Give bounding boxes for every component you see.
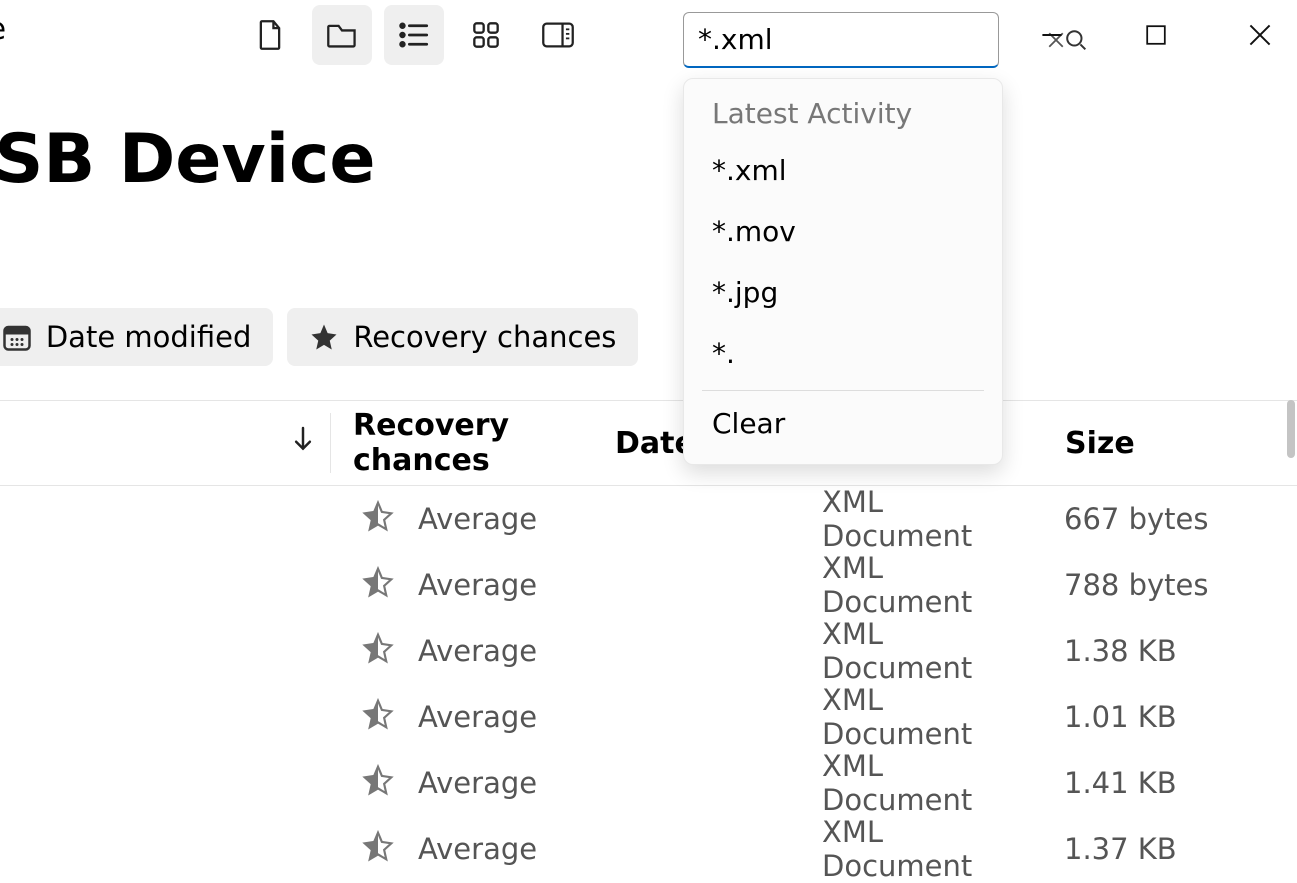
preview-pane-button[interactable] xyxy=(528,5,588,65)
search-box[interactable] xyxy=(683,12,999,68)
close-icon xyxy=(1248,23,1272,47)
cell-recovery: Average xyxy=(360,566,600,605)
grid-icon xyxy=(472,21,500,49)
cell-type: XML Document xyxy=(800,617,1040,685)
maximize-button[interactable] xyxy=(1139,18,1173,52)
cell-size: 788 bytes xyxy=(1040,568,1280,602)
cell-size: 1.41 KB xyxy=(1040,766,1280,800)
list-view-button[interactable] xyxy=(384,5,444,65)
cell-type: XML Document xyxy=(800,815,1040,883)
volume-title: 3.0 USB Device xyxy=(0,120,375,199)
clear-suggestions-button[interactable]: Clear xyxy=(684,391,1002,458)
cell-recovery: Average xyxy=(360,764,600,803)
folder-view-button[interactable] xyxy=(312,5,372,65)
column-recovery-chances[interactable]: Recovery chances xyxy=(331,408,601,478)
cell-recovery: Average xyxy=(360,500,600,539)
toolbar: vice xyxy=(0,0,1297,70)
cell-type: XML Document xyxy=(800,683,1040,751)
suggestion-item[interactable]: *.mov xyxy=(684,201,1002,262)
calendar-icon xyxy=(2,322,32,352)
half-star-icon xyxy=(362,764,394,803)
suggestion-item[interactable]: *. xyxy=(684,323,1002,384)
cell-type: XML Document xyxy=(800,551,1040,619)
star-icon xyxy=(309,322,339,352)
file-icon xyxy=(256,19,284,51)
cell-size: 1.38 KB xyxy=(1040,634,1280,668)
sort-descending-icon xyxy=(292,425,314,461)
half-star-icon xyxy=(362,566,394,605)
search-input[interactable] xyxy=(698,23,1047,56)
cell-recovery: Average xyxy=(360,698,600,737)
cell-type: XML Document xyxy=(800,749,1040,817)
date-modified-chip[interactable]: Date modified xyxy=(0,308,273,366)
suggestion-item[interactable]: *.jpg xyxy=(684,262,1002,323)
search-suggestions-dropdown: Latest Activity *.xml *.mov *.jpg *. Cle… xyxy=(683,78,1003,465)
table-body: Average XML Document 667 bytes Average X… xyxy=(0,486,1297,882)
close-window-button[interactable] xyxy=(1243,18,1277,52)
half-star-icon xyxy=(362,500,394,539)
cell-size: 1.01 KB xyxy=(1040,700,1280,734)
scrollbar-thumb[interactable] xyxy=(1287,400,1295,458)
recovery-chances-chip[interactable]: Recovery chances xyxy=(287,308,638,366)
recovery-label: Average xyxy=(418,568,537,602)
cell-type: XML Document xyxy=(800,485,1040,553)
chip-label: Date modified xyxy=(46,320,252,354)
table-row[interactable]: Average XML Document 1.38 KB xyxy=(0,618,1297,684)
cell-size: 667 bytes xyxy=(1040,502,1280,536)
half-star-icon xyxy=(362,698,394,737)
recovery-label: Average xyxy=(418,634,537,668)
column-size[interactable]: Size xyxy=(1041,426,1281,461)
file-table: Recovery chances Date Size Average XML D… xyxy=(0,400,1297,882)
chip-label: Recovery chances xyxy=(353,320,616,354)
view-mode-group xyxy=(240,5,588,65)
table-row[interactable]: Average XML Document 788 bytes xyxy=(0,552,1297,618)
table-header: Recovery chances Date Size xyxy=(0,400,1297,486)
table-row[interactable]: Average XML Document 1.01 KB xyxy=(0,684,1297,750)
preview-pane-icon xyxy=(541,21,575,49)
recovery-label: Average xyxy=(418,502,537,536)
cell-recovery: Average xyxy=(360,632,600,671)
list-icon xyxy=(399,22,429,48)
window-title-fragment: vice xyxy=(0,12,6,47)
suggestion-item[interactable]: *.xml xyxy=(684,140,1002,201)
folder-icon xyxy=(326,21,358,49)
cell-size: 1.37 KB xyxy=(1040,832,1280,866)
minimize-button[interactable] xyxy=(1035,18,1069,52)
maximize-icon xyxy=(1145,24,1167,46)
recovery-label: Average xyxy=(418,766,537,800)
page-heading: 3.0 USB Device xyxy=(0,120,375,199)
grid-view-button[interactable] xyxy=(456,5,516,65)
content-view-button[interactable] xyxy=(240,5,300,65)
minimize-icon xyxy=(1040,23,1064,47)
cell-recovery: Average xyxy=(360,830,600,869)
half-star-icon xyxy=(362,632,394,671)
table-row[interactable]: Average XML Document 1.41 KB xyxy=(0,750,1297,816)
recovery-label: Average xyxy=(418,832,537,866)
filter-chips: e Date modified Recovery chances xyxy=(0,308,638,366)
window-controls xyxy=(1035,18,1277,52)
table-row[interactable]: Average XML Document 667 bytes xyxy=(0,486,1297,552)
table-row[interactable]: Average XML Document 1.37 KB xyxy=(0,816,1297,882)
search-container xyxy=(683,12,999,68)
suggestions-header: Latest Activity xyxy=(684,97,1002,140)
recovery-label: Average xyxy=(418,700,537,734)
half-star-icon xyxy=(362,830,394,869)
